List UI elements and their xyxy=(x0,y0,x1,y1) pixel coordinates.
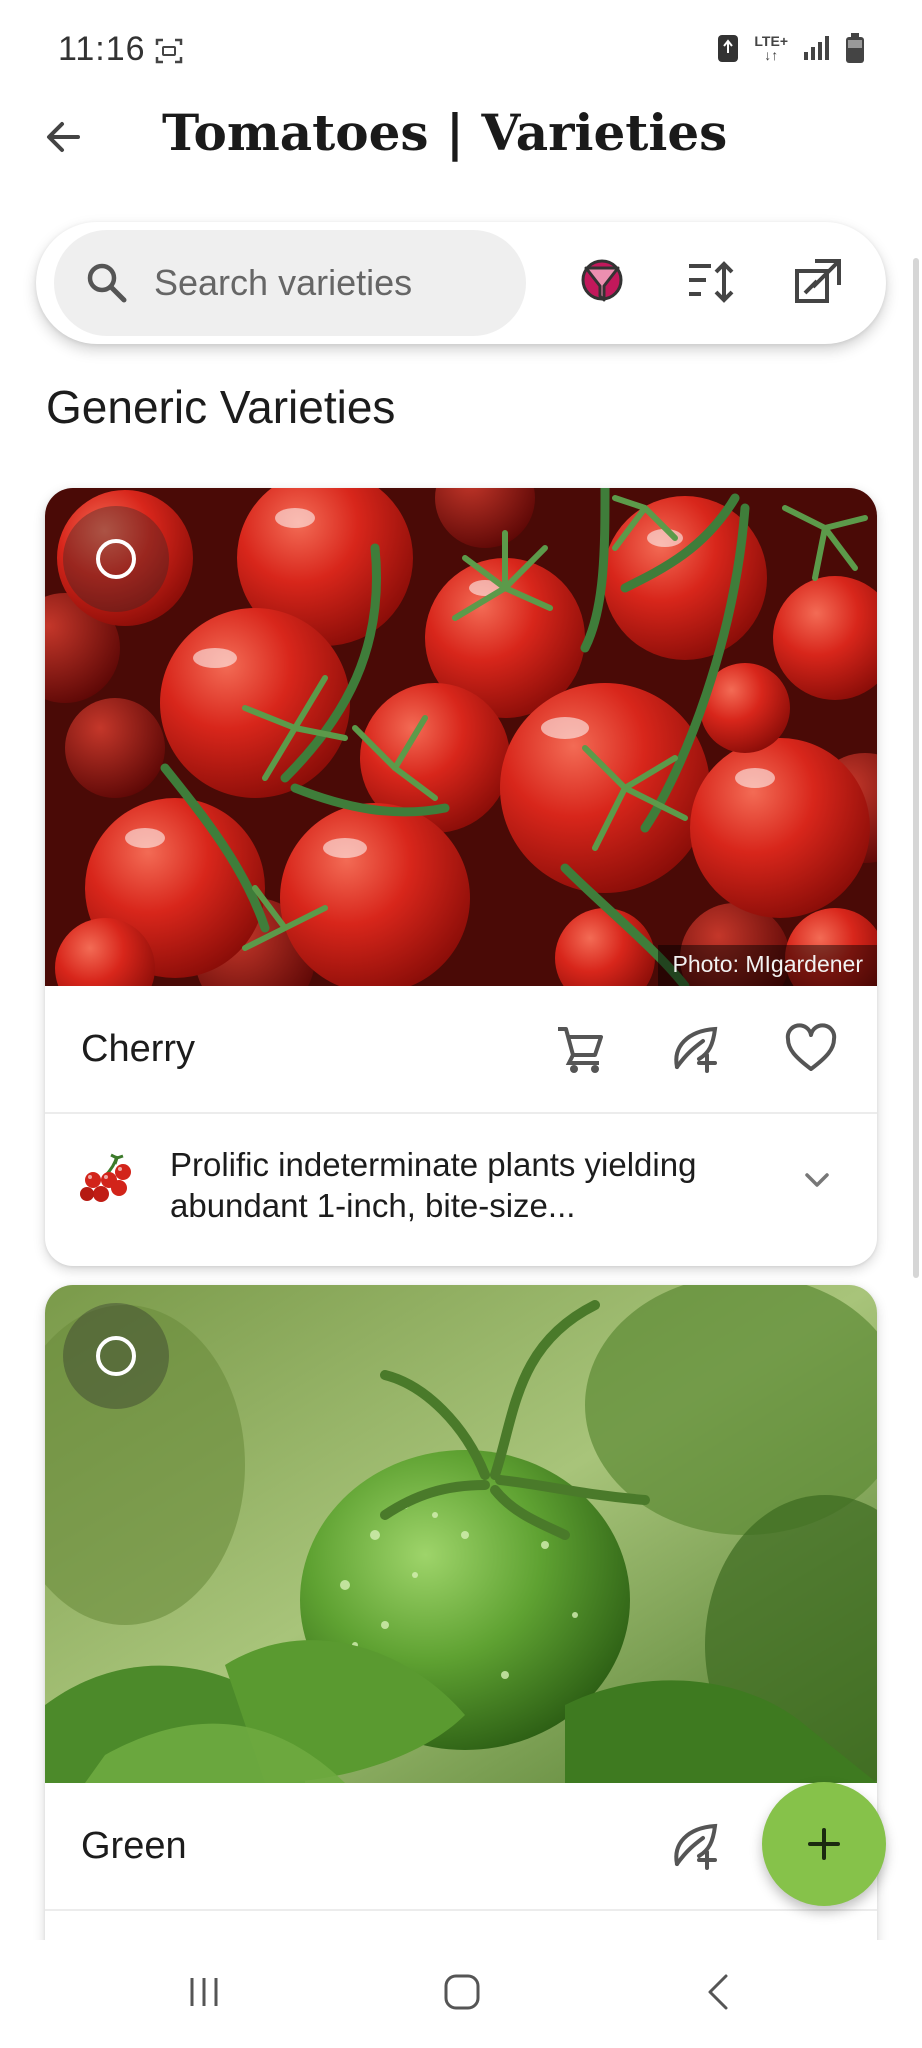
add-to-garden-button[interactable] xyxy=(665,1816,725,1876)
status-icons: LTE+ ↓↑ xyxy=(716,32,866,64)
green-tomato-image xyxy=(45,1285,877,1783)
battery-icon xyxy=(846,33,864,63)
variety-description: Prolific indeterminate plants yielding a… xyxy=(170,1146,697,1224)
home-button[interactable] xyxy=(427,1962,497,2022)
radio-circle-icon xyxy=(96,539,136,579)
sort-icon xyxy=(689,261,734,303)
variety-photo[interactable] xyxy=(45,1285,877,1783)
search-toolbar xyxy=(36,222,886,344)
recent-apps-button[interactable] xyxy=(169,1962,239,2022)
select-toggle[interactable] xyxy=(63,506,169,612)
status-bar: 11:16 LTE+ ↓↑ xyxy=(0,0,922,100)
status-time: 11:16 xyxy=(58,30,146,68)
variety-card-green[interactable]: Green xyxy=(45,1285,877,1985)
chevron-left-icon xyxy=(708,1974,728,2010)
variety-card-cherry[interactable]: Photo: MIgardener Cherry Prolific indete… xyxy=(45,488,877,1266)
cherry-tomatoes-image xyxy=(45,488,877,986)
open-external-button[interactable] xyxy=(788,252,848,312)
radio-circle-icon xyxy=(96,1336,136,1376)
variety-photo[interactable]: Photo: MIgardener xyxy=(45,488,877,986)
page-title: Tomatoes | Varieties xyxy=(162,103,728,162)
variety-title-row: Green xyxy=(45,1783,877,1909)
variety-title-row: Cherry xyxy=(45,986,877,1112)
recent-apps-icon xyxy=(190,1978,218,2006)
search-field[interactable] xyxy=(54,230,526,336)
plus-icon xyxy=(808,1828,840,1860)
add-variety-button[interactable] xyxy=(762,1782,886,1906)
cherry-tomato-icon xyxy=(80,1153,131,1202)
search-icon xyxy=(87,263,127,303)
cart-icon xyxy=(558,1027,603,1073)
add-plant-icon xyxy=(674,1823,718,1870)
lte-indicator: LTE+ ↓↑ xyxy=(754,33,788,63)
divider xyxy=(45,1909,877,1911)
add-plant-icon xyxy=(674,1026,718,1073)
filter-icon xyxy=(581,259,623,302)
system-nav-bar xyxy=(0,1940,922,2048)
variety-name: Green xyxy=(81,1824,187,1867)
favorite-button[interactable] xyxy=(781,1019,841,1079)
variety-description-row[interactable]: Prolific indeterminate plants yielding a… xyxy=(45,1114,877,1266)
back-button[interactable] xyxy=(38,112,88,162)
sort-button[interactable] xyxy=(682,252,742,312)
chevron-down-icon[interactable] xyxy=(795,1158,839,1202)
section-title: Generic Varieties xyxy=(46,381,396,433)
search-input[interactable] xyxy=(154,262,494,304)
heart-icon xyxy=(785,1023,837,1071)
battery-saver-icon xyxy=(718,35,739,62)
open-in-new-icon xyxy=(795,259,841,303)
filter-button[interactable] xyxy=(572,252,632,312)
photo-credit: Photo: MIgardener xyxy=(658,945,877,986)
system-back-button[interactable] xyxy=(685,1962,755,2022)
home-icon xyxy=(444,1974,480,2010)
add-to-cart-button[interactable] xyxy=(551,1019,611,1079)
select-toggle[interactable] xyxy=(63,1303,169,1409)
add-to-garden-button[interactable] xyxy=(665,1019,725,1079)
signal-icon xyxy=(804,36,829,60)
variety-name: Cherry xyxy=(81,1027,196,1070)
scrollbar[interactable] xyxy=(913,258,919,1278)
screenshot-icon xyxy=(155,38,183,64)
